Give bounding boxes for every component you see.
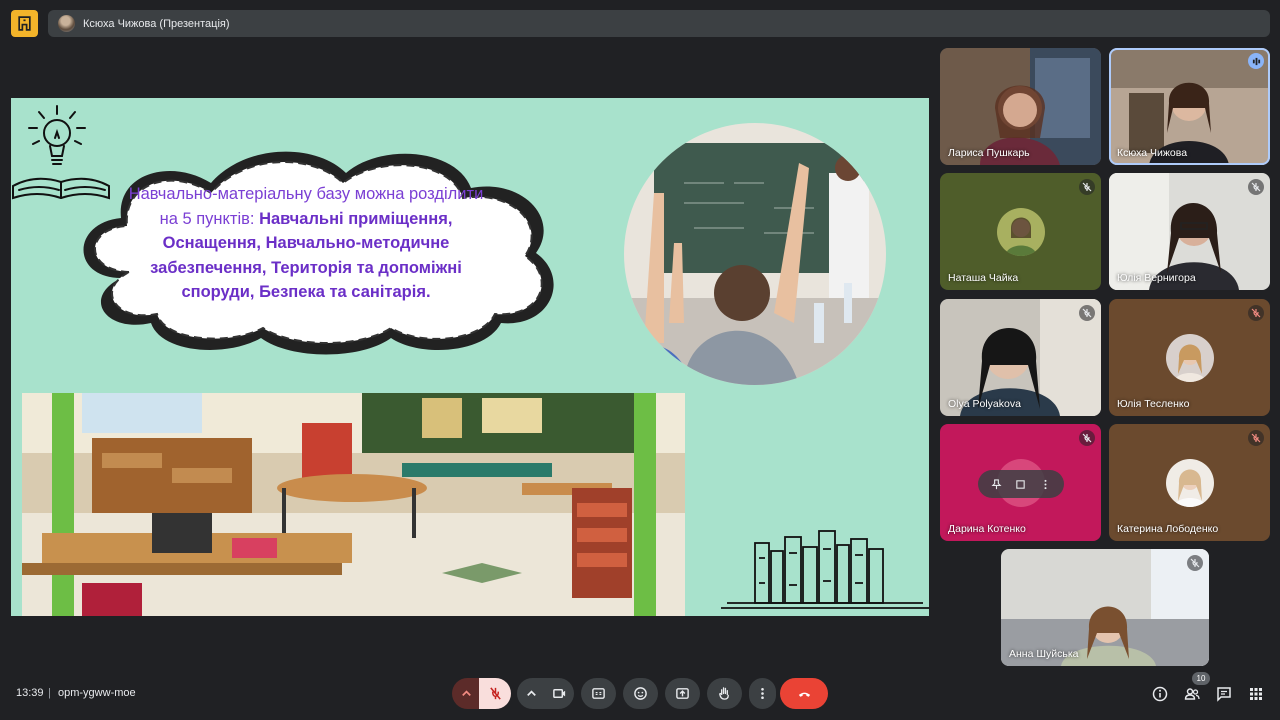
closed-captions-icon (592, 688, 605, 699)
participant-tile[interactable]: Анна Шуйська (1001, 549, 1209, 666)
participant-avatar (1165, 333, 1214, 382)
mic-toggle-button[interactable] (479, 678, 511, 709)
speaking-indicator-icon (1248, 53, 1264, 69)
chevron-up-icon (526, 690, 536, 696)
mic-off-icon (1248, 430, 1264, 446)
mic-off-icon (1248, 179, 1264, 195)
meeting-clock: 13:39 (16, 687, 44, 699)
meeting-details-button[interactable] (1151, 685, 1169, 703)
more-options-icon[interactable] (1037, 475, 1055, 493)
participant-name: Ксюха Чижова (1117, 147, 1188, 159)
participant-tile[interactable]: Юлія Вернигора (1109, 173, 1270, 290)
tile-hover-controls (978, 470, 1064, 498)
top-bar: Ксюха Чижова (Презентація) (0, 0, 1280, 48)
reactions-button[interactable] (623, 678, 658, 709)
present-screen-icon (676, 688, 689, 699)
info-icon (1152, 686, 1168, 702)
mic-off-icon (1248, 305, 1264, 321)
participant-avatar (996, 207, 1045, 256)
presenter-title: Ксюха Чижова (Презентація) (83, 17, 230, 30)
footer-separator: | (48, 687, 51, 699)
participant-avatar (1165, 458, 1214, 507)
books-doodle-icon (721, 530, 929, 609)
video-camera-icon (552, 689, 565, 698)
more-options-button[interactable] (749, 678, 776, 709)
presentation-slide: Навчально-матеріальну базу можна розділи… (11, 98, 929, 616)
more-vert-icon (761, 687, 764, 700)
participant-name: Лариса Пушкарь (948, 147, 1030, 159)
pin-icon[interactable] (987, 475, 1005, 493)
participant-name: Наташа Чайка (948, 272, 1019, 284)
meeting-code: opm-ygww-moe (58, 687, 136, 699)
participant-tile[interactable]: Лариса Пушкарь (940, 48, 1101, 165)
chat-icon (1217, 687, 1231, 702)
camera-options-button[interactable] (517, 678, 545, 709)
meet-logo-icon[interactable] (11, 10, 38, 37)
presenter-avatar (58, 15, 75, 32)
camera-toggle-button[interactable] (544, 678, 574, 709)
mic-off-icon (1079, 305, 1095, 321)
slide-body-text: Навчально-матеріальну базу можна розділи… (121, 182, 491, 305)
participant-name: Дарина Котенко (948, 523, 1026, 535)
people-button[interactable] (1183, 685, 1201, 703)
mic-options-button[interactable] (452, 678, 480, 709)
mic-off-icon (1079, 179, 1095, 195)
end-call-icon (798, 692, 810, 697)
raise-hand-button[interactable] (707, 678, 742, 709)
participant-tile[interactable]: Юлія Тесленко (1109, 299, 1270, 416)
presentation-title-bar: Ксюха Чижова (Презентація) (48, 10, 1270, 37)
raise-hand-icon (719, 687, 729, 700)
mic-off-icon (1187, 555, 1203, 571)
captions-button[interactable] (581, 678, 616, 709)
participant-tile-speaking[interactable]: Ксюха Чижова (1109, 48, 1270, 165)
bottom-control-bar: 13:39 | opm-ygww-moe (0, 668, 1280, 720)
participant-name: Юлія Вернигора (1117, 272, 1196, 284)
participant-name: Юлія Тесленко (1117, 398, 1190, 410)
participant-tile[interactable]: Наташа Чайка (940, 173, 1101, 290)
participant-tile[interactable]: Olya Polyakova (940, 299, 1101, 416)
participant-name: Olya Polyakova (948, 398, 1021, 410)
chat-button[interactable] (1215, 685, 1233, 703)
mic-off-icon (489, 687, 501, 700)
mic-off-icon (1079, 430, 1095, 446)
participant-tile[interactable]: Дарина Котенко (940, 424, 1101, 541)
classroom-raised-hands-photo (624, 123, 886, 385)
chevron-up-icon (461, 690, 471, 696)
apps-grid-icon (1250, 688, 1262, 700)
participant-tile[interactable]: Катерина Лободенко (1109, 424, 1270, 541)
emoji-icon (634, 687, 647, 700)
people-icon (1184, 688, 1200, 700)
leave-call-button[interactable] (780, 678, 828, 709)
frame-icon[interactable] (1012, 475, 1030, 493)
participant-name: Катерина Лободенко (1117, 523, 1219, 535)
people-count-badge: 10 (1192, 672, 1210, 685)
montessori-classroom-photo (22, 393, 685, 616)
participant-name: Анна Шуйська (1009, 648, 1079, 660)
activities-button[interactable] (1247, 685, 1265, 703)
present-screen-button[interactable] (665, 678, 700, 709)
